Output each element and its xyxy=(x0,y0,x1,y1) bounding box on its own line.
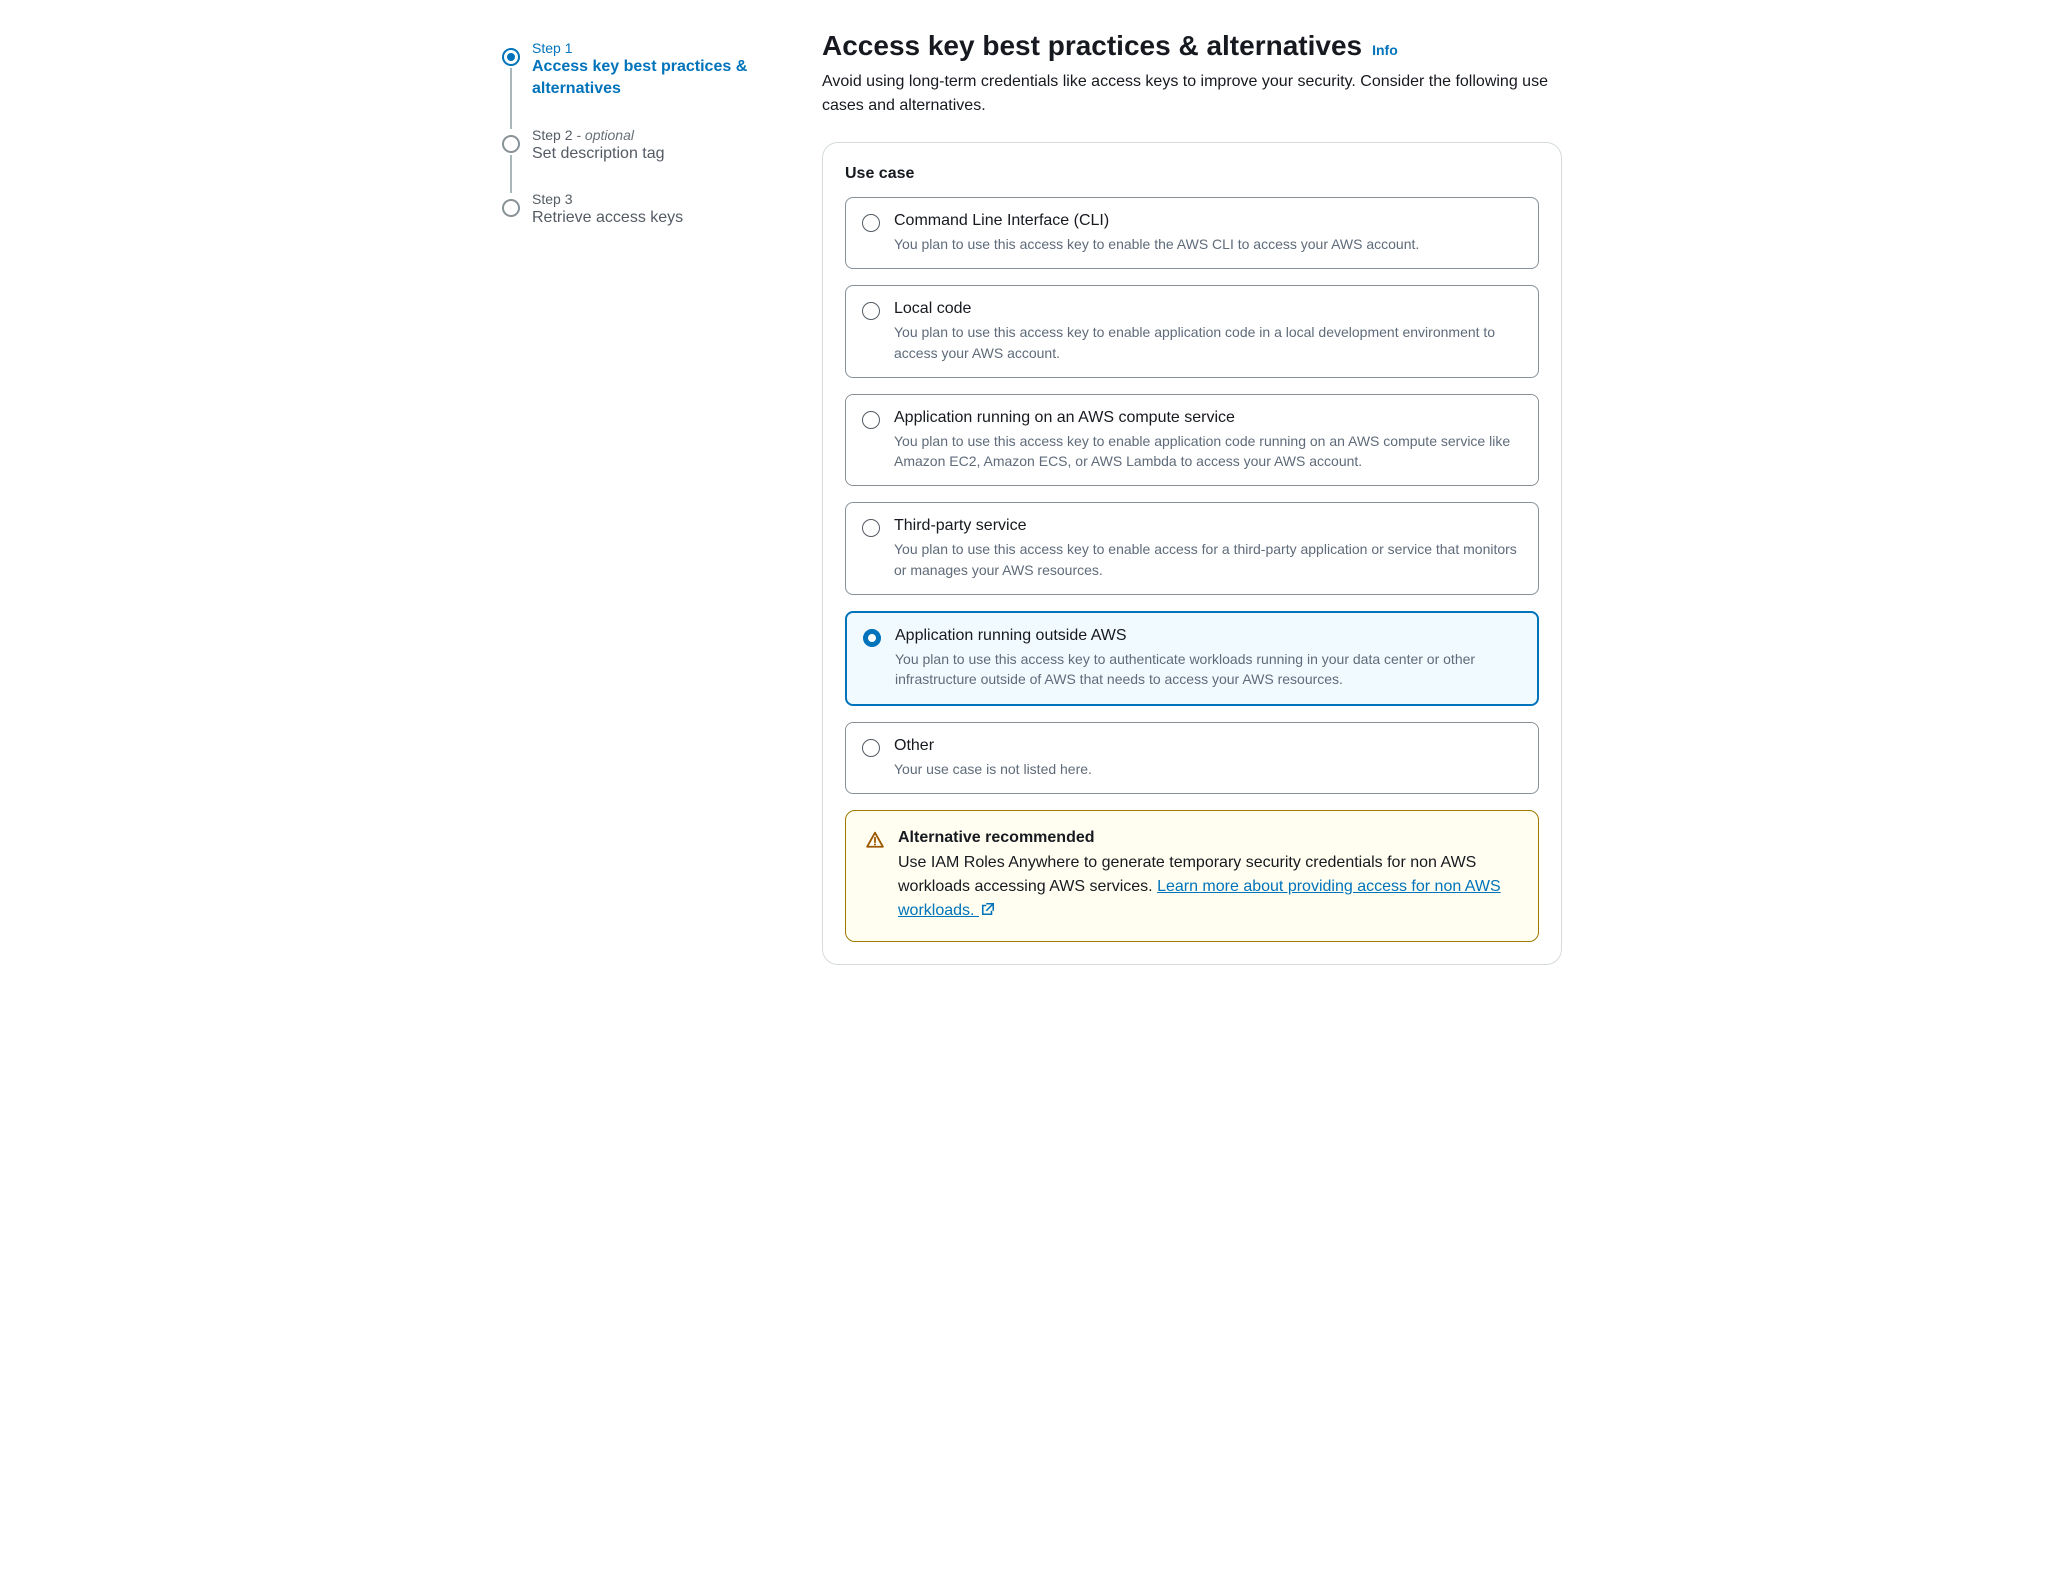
step-1[interactable]: Step 1 Access key best practices & alter… xyxy=(502,40,762,127)
option-other[interactable]: Other Your use case is not listed here. xyxy=(845,722,1539,794)
step-marker-active-icon xyxy=(502,48,520,66)
radio-icon xyxy=(862,214,880,232)
option-third-party-title: Third-party service xyxy=(894,517,1522,535)
wizard-steps: Step 1 Access key best practices & alter… xyxy=(502,30,762,965)
option-cli-desc: You plan to use this access key to enabl… xyxy=(894,234,1419,254)
option-aws-compute-title: Application running on an AWS compute se… xyxy=(894,409,1522,427)
option-local-code-title: Local code xyxy=(894,300,1522,318)
option-third-party[interactable]: Third-party service You plan to use this… xyxy=(845,502,1539,595)
page-title: Access key best practices & alternatives xyxy=(822,30,1362,62)
step-3-label: Step 3 xyxy=(532,191,762,207)
alternative-alert: Alternative recommended Use IAM Roles An… xyxy=(845,810,1539,942)
option-outside-aws-title: Application running outside AWS xyxy=(895,627,1521,645)
radio-icon xyxy=(862,519,880,537)
option-local-code-desc: You plan to use this access key to enabl… xyxy=(894,322,1522,363)
option-other-title: Other xyxy=(894,737,1092,755)
radio-selected-icon xyxy=(863,629,881,647)
option-aws-compute-desc: You plan to use this access key to enabl… xyxy=(894,431,1522,472)
radio-icon xyxy=(862,739,880,757)
radio-icon xyxy=(862,302,880,320)
page-subtitle: Avoid using long-term credentials like a… xyxy=(822,70,1562,118)
step-marker-icon xyxy=(502,199,520,217)
use-case-heading: Use case xyxy=(845,165,1539,183)
option-other-desc: Your use case is not listed here. xyxy=(894,759,1092,779)
use-case-panel: Use case Command Line Interface (CLI) Yo… xyxy=(822,142,1562,965)
step-3-title: Retrieve access keys xyxy=(532,207,762,229)
option-third-party-desc: You plan to use this access key to enabl… xyxy=(894,539,1522,580)
step-marker-icon xyxy=(502,135,520,153)
step-2-optional: - optional xyxy=(576,127,634,143)
step-1-label: Step 1 xyxy=(532,40,762,56)
option-outside-aws[interactable]: Application running outside AWS You plan… xyxy=(845,611,1539,706)
alert-body: Use IAM Roles Anywhere to generate tempo… xyxy=(898,851,1518,923)
option-outside-aws-desc: You plan to use this access key to authe… xyxy=(895,649,1521,690)
external-link-icon xyxy=(981,902,995,916)
radio-icon xyxy=(862,411,880,429)
step-3[interactable]: Step 3 Retrieve access keys xyxy=(502,191,762,255)
option-cli-title: Command Line Interface (CLI) xyxy=(894,212,1419,230)
step-1-title: Access key best practices & alternatives xyxy=(532,56,762,101)
step-2-label: Step 2 - optional xyxy=(532,127,762,143)
info-link[interactable]: Info xyxy=(1372,42,1398,58)
step-2-title: Set description tag xyxy=(532,143,762,165)
warning-icon xyxy=(866,831,884,849)
alert-title: Alternative recommended xyxy=(898,829,1518,847)
option-local-code[interactable]: Local code You plan to use this access k… xyxy=(845,285,1539,378)
step-2[interactable]: Step 2 - optional Set description tag xyxy=(502,127,762,191)
option-aws-compute[interactable]: Application running on an AWS compute se… xyxy=(845,394,1539,487)
option-cli[interactable]: Command Line Interface (CLI) You plan to… xyxy=(845,197,1539,269)
main-content: Access key best practices & alternatives… xyxy=(822,30,1562,965)
